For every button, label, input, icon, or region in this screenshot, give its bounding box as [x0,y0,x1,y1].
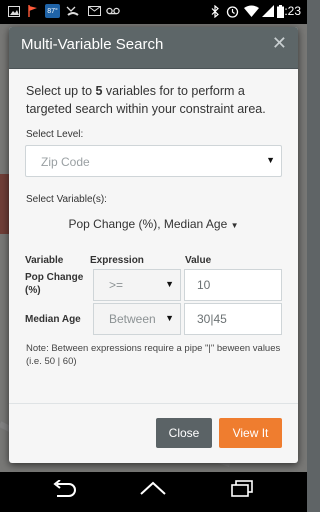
header-value: Value [185,255,212,266]
level-select-value: Zip Code [41,155,90,169]
row-label-median-age: Median Age [25,314,81,325]
expression-select-median-age[interactable]: Between ▼ [93,303,181,335]
mail-icon [88,4,101,18]
value-input-pop-change[interactable]: 10 [184,269,282,301]
navigation-bar [0,472,307,512]
flag-icon [28,4,38,18]
view-it-button[interactable]: View It [219,418,282,448]
caret-down-icon: ▼ [230,221,239,230]
weather-badge-icon: 87° [45,4,60,18]
multi-variable-search-dialog: Multi-Variable Search ✕ Select up to 5 v… [9,27,298,463]
chevron-down-icon: ▼ [165,279,174,289]
voicemail-icon [106,4,120,18]
signal-icon [262,4,274,18]
dialog-title: Multi-Variable Search [21,36,164,53]
back-icon[interactable] [51,479,77,503]
variables-dropdown-value: Pop Change (%), Median Age [68,217,228,231]
expression-value: Between [109,312,156,326]
alarm-icon [226,4,239,18]
bluetooth-icon [211,4,219,18]
status-time: 1:23 [277,4,301,18]
chevron-down-icon: ▼ [266,155,275,165]
value-input-median-age[interactable]: 30|45 [184,303,282,335]
missed-call-icon [66,4,80,18]
home-icon[interactable] [139,480,167,501]
variables-dropdown[interactable]: Pop Change (%), Median Age ▼ [9,217,298,231]
expression-select-pop-change[interactable]: >= ▼ [93,269,181,301]
chevron-down-icon: ▼ [165,313,174,323]
intro-text: Select up to 5 variables for to perform … [26,82,291,118]
expression-value: >= [109,278,124,292]
dialog-header: Multi-Variable Search ✕ [9,27,298,69]
select-variables-label: Select Variable(s): [26,194,107,205]
recent-apps-icon[interactable] [231,480,253,502]
row-label-pop-change: Pop Change (%) [25,272,84,296]
value-text: 30|45 [197,312,227,326]
header-variable: Variable [25,255,64,266]
close-button[interactable]: Close [156,418,212,448]
pipe-note: Note: Between expressions require a pipe… [26,343,281,367]
image-icon [8,4,20,18]
close-icon[interactable]: ✕ [272,33,287,54]
footer-divider [9,403,298,404]
wifi-icon [244,4,259,18]
value-text: 10 [197,278,211,292]
status-bar: 87° 1:23 [0,0,307,24]
header-expression: Expression [90,255,144,266]
intro-prefix: Select up to [26,84,96,98]
level-select[interactable]: Zip Code ▼ [25,145,282,177]
select-level-label: Select Level: [26,129,84,140]
